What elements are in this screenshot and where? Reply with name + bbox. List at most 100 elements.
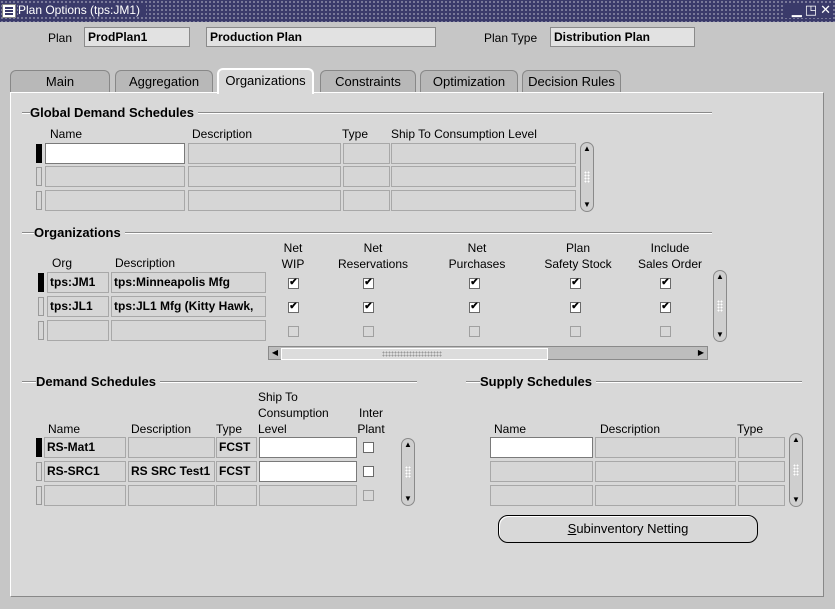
ss-type-cell[interactable]: [738, 485, 785, 506]
plan-safety-stock-checkbox[interactable]: [570, 326, 581, 337]
net-purchases-checkbox[interactable]: [469, 278, 480, 289]
gds-type-cell[interactable]: [343, 190, 390, 211]
gds-type-cell[interactable]: [343, 166, 390, 187]
ds-name-cell[interactable]: [44, 485, 126, 506]
include-sales-order-checkbox[interactable]: [660, 278, 671, 289]
tab-decision-rules[interactable]: Decision Rules: [522, 70, 621, 93]
ss-name-cell[interactable]: [490, 485, 593, 506]
gds-ship-cell[interactable]: [391, 190, 576, 211]
scroll-left-icon[interactable]: ◀: [269, 347, 281, 359]
org-code-cell[interactable]: tps:JM1: [47, 272, 109, 293]
ds-description-cell[interactable]: RS SRC Test1: [128, 461, 215, 482]
ds-ship-input[interactable]: [259, 437, 357, 458]
gds-ship-cell[interactable]: [391, 166, 576, 187]
ds-type-cell[interactable]: FCST: [216, 461, 257, 482]
org-description-cell[interactable]: tps:JL1 Mfg (Kitty Hawk,: [111, 296, 266, 317]
plan-safety-stock-checkbox[interactable]: [570, 302, 581, 313]
ds-ship-input[interactable]: [259, 461, 357, 482]
row-selector[interactable]: [36, 462, 42, 481]
inter-plant-checkbox[interactable]: [363, 490, 374, 501]
scroll-right-icon[interactable]: ▶: [695, 347, 707, 359]
tab-constraints[interactable]: Constraints: [320, 70, 416, 93]
row-selector[interactable]: [38, 297, 44, 316]
include-sales-order-checkbox[interactable]: [660, 302, 671, 313]
ss-type-cell[interactable]: [738, 437, 785, 458]
gds-description-cell[interactable]: [188, 190, 341, 211]
row-selector[interactable]: [36, 486, 42, 505]
net-wip-checkbox[interactable]: [288, 302, 299, 313]
row-selector[interactable]: [38, 321, 44, 340]
ds-type-cell[interactable]: FCST: [216, 437, 257, 458]
gds-description-cell[interactable]: [188, 143, 341, 164]
org-code-cell[interactable]: [47, 320, 109, 341]
header-line: Net: [283, 241, 303, 255]
include-sales-order-checkbox[interactable]: [660, 326, 671, 337]
tab-aggregation[interactable]: Aggregation: [115, 70, 213, 93]
gds-type-cell[interactable]: [343, 143, 390, 164]
scroll-grip-icon: [717, 300, 723, 312]
close-icon[interactable]: ✕: [820, 3, 831, 18]
tab-main[interactable]: Main: [10, 70, 110, 93]
row-selector[interactable]: [36, 144, 42, 163]
net-reservations-checkbox[interactable]: [363, 278, 374, 289]
scroll-up-icon[interactable]: ▲: [582, 144, 592, 154]
vertical-scrollbar[interactable]: ▲ ▼: [580, 142, 594, 212]
horizontal-scrollbar[interactable]: ◀ ▶: [268, 346, 708, 360]
vertical-scrollbar[interactable]: ▲ ▼: [789, 433, 803, 507]
window-menu-icon[interactable]: [2, 4, 16, 18]
plan-type-field[interactable]: Distribution Plan: [550, 27, 695, 47]
plan-name-field[interactable]: ProdPlan1: [84, 27, 190, 47]
inter-plant-checkbox[interactable]: [363, 442, 374, 453]
ss-description-cell[interactable]: [595, 461, 736, 482]
row-selector[interactable]: [36, 438, 42, 457]
ds-type-cell[interactable]: [216, 485, 257, 506]
ss-description-cell[interactable]: [595, 485, 736, 506]
vertical-scrollbar[interactable]: ▲ ▼: [401, 438, 415, 506]
gds-ship-cell[interactable]: [391, 143, 576, 164]
row-selector[interactable]: [36, 167, 42, 186]
minimize-icon[interactable]: ▁: [792, 3, 802, 18]
scroll-up-icon[interactable]: ▲: [715, 272, 725, 282]
tab-optimization[interactable]: Optimization: [420, 70, 518, 93]
plan-description-field[interactable]: Production Plan: [206, 27, 436, 47]
scroll-down-icon[interactable]: ▼: [403, 494, 413, 504]
net-reservations-checkbox[interactable]: [363, 326, 374, 337]
net-purchases-checkbox[interactable]: [469, 326, 480, 337]
scroll-down-icon[interactable]: ▼: [582, 200, 592, 210]
subinventory-netting-button[interactable]: Subinventory Netting: [498, 515, 758, 543]
ds-ship-cell[interactable]: [259, 485, 357, 506]
net-purchases-checkbox[interactable]: [469, 302, 480, 313]
net-wip-checkbox[interactable]: [288, 278, 299, 289]
gds-name-cell[interactable]: [45, 166, 185, 187]
scroll-thumb[interactable]: [281, 348, 548, 360]
row-selector[interactable]: [38, 273, 44, 292]
scroll-up-icon[interactable]: ▲: [403, 440, 413, 450]
gds-name-input[interactable]: [45, 143, 185, 164]
inter-plant-checkbox[interactable]: [363, 466, 374, 477]
vertical-scrollbar[interactable]: ▲ ▼: [713, 270, 727, 342]
ss-name-cell[interactable]: [490, 461, 593, 482]
ss-type-cell[interactable]: [738, 461, 785, 482]
tab-organizations[interactable]: Organizations: [217, 68, 314, 94]
org-description-cell[interactable]: [111, 320, 266, 341]
scroll-down-icon[interactable]: ▼: [715, 330, 725, 340]
header-line: Consumption: [258, 406, 329, 420]
ds-description-cell[interactable]: [128, 485, 215, 506]
row-selector[interactable]: [36, 191, 42, 210]
plan-safety-stock-checkbox[interactable]: [570, 278, 581, 289]
org-description-cell[interactable]: tps:Minneapolis Mfg: [111, 272, 266, 293]
scroll-up-icon[interactable]: ▲: [791, 435, 801, 445]
net-reservations-checkbox[interactable]: [363, 302, 374, 313]
scroll-down-icon[interactable]: ▼: [791, 495, 801, 505]
ds-description-cell[interactable]: [128, 437, 215, 458]
ss-description-cell[interactable]: [595, 437, 736, 458]
maximize-icon[interactable]: ◳: [805, 3, 817, 18]
header-line: Include: [650, 241, 690, 255]
ds-name-cell[interactable]: RS-SRC1: [44, 461, 126, 482]
org-code-cell[interactable]: tps:JL1: [47, 296, 109, 317]
ds-name-cell[interactable]: RS-Mat1: [44, 437, 126, 458]
net-wip-checkbox[interactable]: [288, 326, 299, 337]
gds-name-cell[interactable]: [45, 190, 185, 211]
gds-description-cell[interactable]: [188, 166, 341, 187]
ss-name-input[interactable]: [490, 437, 593, 458]
